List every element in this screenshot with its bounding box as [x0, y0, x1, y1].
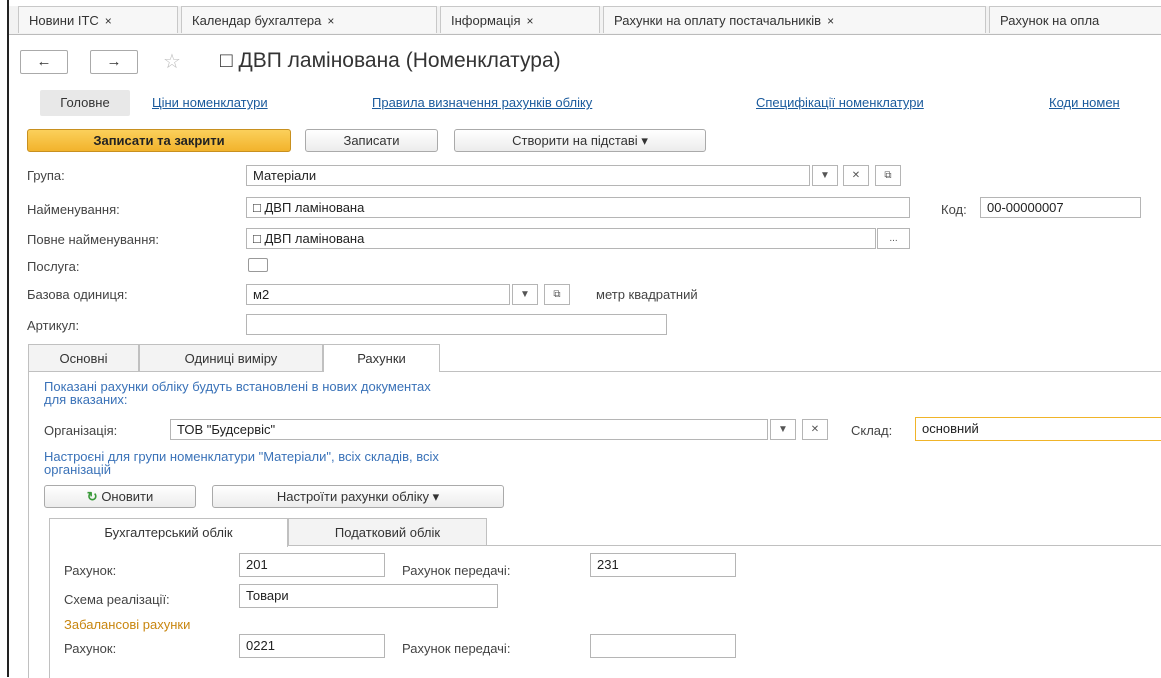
- create-based-label: Створити на підставі: [512, 133, 638, 148]
- off-transfer-label: Рахунок передачі:: [402, 641, 511, 656]
- tab-tax[interactable]: Податковий облік: [288, 518, 487, 546]
- setup-accounts-button[interactable]: Настроїти рахунки обліку ▾: [212, 485, 504, 508]
- group-label: Група:: [27, 168, 65, 183]
- fullname-field[interactable]: □ ДВП ламінована: [246, 228, 876, 249]
- window-tab-calendar[interactable]: Календар бухгалтера ×: [181, 6, 437, 33]
- link-account-rules[interactable]: Правила визначення рахунків обліку: [372, 95, 592, 110]
- article-field[interactable]: [246, 314, 667, 335]
- forward-button[interactable]: →: [90, 50, 138, 74]
- fullname-label: Повне найменування:: [27, 232, 160, 247]
- save-close-button[interactable]: Записати та закрити: [27, 129, 291, 152]
- off-transfer-field[interactable]: [590, 634, 736, 658]
- tab-accounts[interactable]: Рахунки: [323, 344, 440, 373]
- scheme-field[interactable]: Товари: [239, 584, 498, 608]
- transfer-label: Рахунок передачі:: [402, 563, 511, 578]
- active-inner-tab-gap: [50, 544, 287, 547]
- window-tab-info[interactable]: Інформація ×: [440, 6, 600, 33]
- warehouse-field[interactable]: основний: [915, 417, 1161, 441]
- link-home[interactable]: Головне: [40, 90, 130, 116]
- tab-units[interactable]: Одиниці виміру: [139, 344, 323, 372]
- off-account-field[interactable]: 0221: [239, 634, 385, 658]
- link-specifications[interactable]: Специфікації номенклатури: [756, 95, 924, 110]
- transfer-field[interactable]: 231: [590, 553, 736, 577]
- window-tab-news[interactable]: Новини ІТС ×: [18, 6, 178, 33]
- offbalance-title: Забалансові рахунки: [64, 617, 191, 632]
- code-label: Код:: [941, 202, 967, 217]
- open-icon[interactable]: ⧉: [544, 284, 570, 305]
- account-field[interactable]: 201: [239, 553, 385, 577]
- tab-label: Рахунки на оплату постачальників: [614, 13, 822, 28]
- tab-label: Рахунок на опла: [1000, 13, 1100, 28]
- tab-main[interactable]: Основні: [28, 344, 139, 372]
- active-tab-gap: [324, 370, 439, 373]
- window-tab-invoice[interactable]: Рахунок на опла: [989, 6, 1161, 33]
- unit-description: метр квадратний: [596, 287, 698, 302]
- back-button[interactable]: ←: [20, 50, 68, 74]
- chevron-down-icon[interactable]: ▼: [812, 165, 838, 186]
- favorite-star-icon[interactable]: ☆: [163, 50, 181, 74]
- group-field[interactable]: Матеріали: [246, 165, 810, 186]
- service-checkbox[interactable]: [248, 258, 268, 272]
- tab-label: Календар бухгалтера: [192, 13, 322, 28]
- tab-label: Інформація: [451, 13, 521, 28]
- clear-icon[interactable]: ✕: [843, 165, 869, 186]
- info-text-1b: для вказаних:: [44, 392, 128, 407]
- account-label: Рахунок:: [64, 563, 117, 578]
- close-icon[interactable]: ×: [327, 14, 334, 28]
- chevron-down-icon[interactable]: ▼: [512, 284, 538, 305]
- article-label: Артикул:: [27, 318, 80, 333]
- code-field[interactable]: 00-00000007: [980, 197, 1141, 218]
- window-left-border: [7, 0, 9, 677]
- close-icon[interactable]: ×: [527, 14, 534, 28]
- setup-accounts-label: Настроїти рахунки обліку: [276, 489, 429, 504]
- page-title: □ ДВП ламінована (Номенклатура): [220, 49, 561, 72]
- window-tab-invoices[interactable]: Рахунки на оплату постачальників ×: [603, 6, 986, 33]
- off-account-label: Рахунок:: [64, 641, 117, 656]
- org-field[interactable]: ТОВ "Будсервіс": [170, 419, 768, 440]
- close-icon[interactable]: ×: [105, 14, 112, 28]
- info-text-2b: організацій: [44, 462, 111, 477]
- org-label: Організація:: [44, 423, 118, 438]
- link-prices[interactable]: Ціни номенклатури: [152, 95, 268, 110]
- refresh-label: Оновити: [101, 489, 154, 504]
- warehouse-label: Склад:: [851, 423, 893, 438]
- chevron-down-icon[interactable]: ▼: [770, 419, 796, 440]
- open-icon[interactable]: ⧉: [875, 165, 901, 186]
- tab-label: Новини ІТС: [29, 13, 99, 28]
- tab-accounting[interactable]: Бухгалтерський облік: [49, 518, 288, 547]
- refresh-button[interactable]: ↻ Оновити: [44, 485, 196, 508]
- more-icon[interactable]: ...: [877, 228, 910, 249]
- create-based-button[interactable]: Створити на підставі ▾: [454, 129, 706, 152]
- name-field[interactable]: □ ДВП ламінована: [246, 197, 910, 218]
- save-button[interactable]: Записати: [305, 129, 438, 152]
- refresh-icon: ↻: [86, 489, 98, 504]
- arrow-left-icon: ←: [36, 53, 52, 70]
- clear-icon[interactable]: ✕: [802, 419, 828, 440]
- chevron-down-icon: ▾: [641, 133, 648, 148]
- unit-label: Базова одиниця:: [27, 287, 128, 302]
- scheme-label: Схема реалізації:: [64, 592, 170, 607]
- service-label: Послуга:: [27, 259, 80, 274]
- chevron-down-icon: ▾: [432, 489, 440, 504]
- close-icon[interactable]: ×: [827, 14, 834, 28]
- arrow-right-icon: →: [106, 53, 122, 70]
- link-codes[interactable]: Коди номен: [1049, 95, 1120, 110]
- unit-field[interactable]: м2: [246, 284, 510, 305]
- name-label: Найменування:: [27, 202, 120, 217]
